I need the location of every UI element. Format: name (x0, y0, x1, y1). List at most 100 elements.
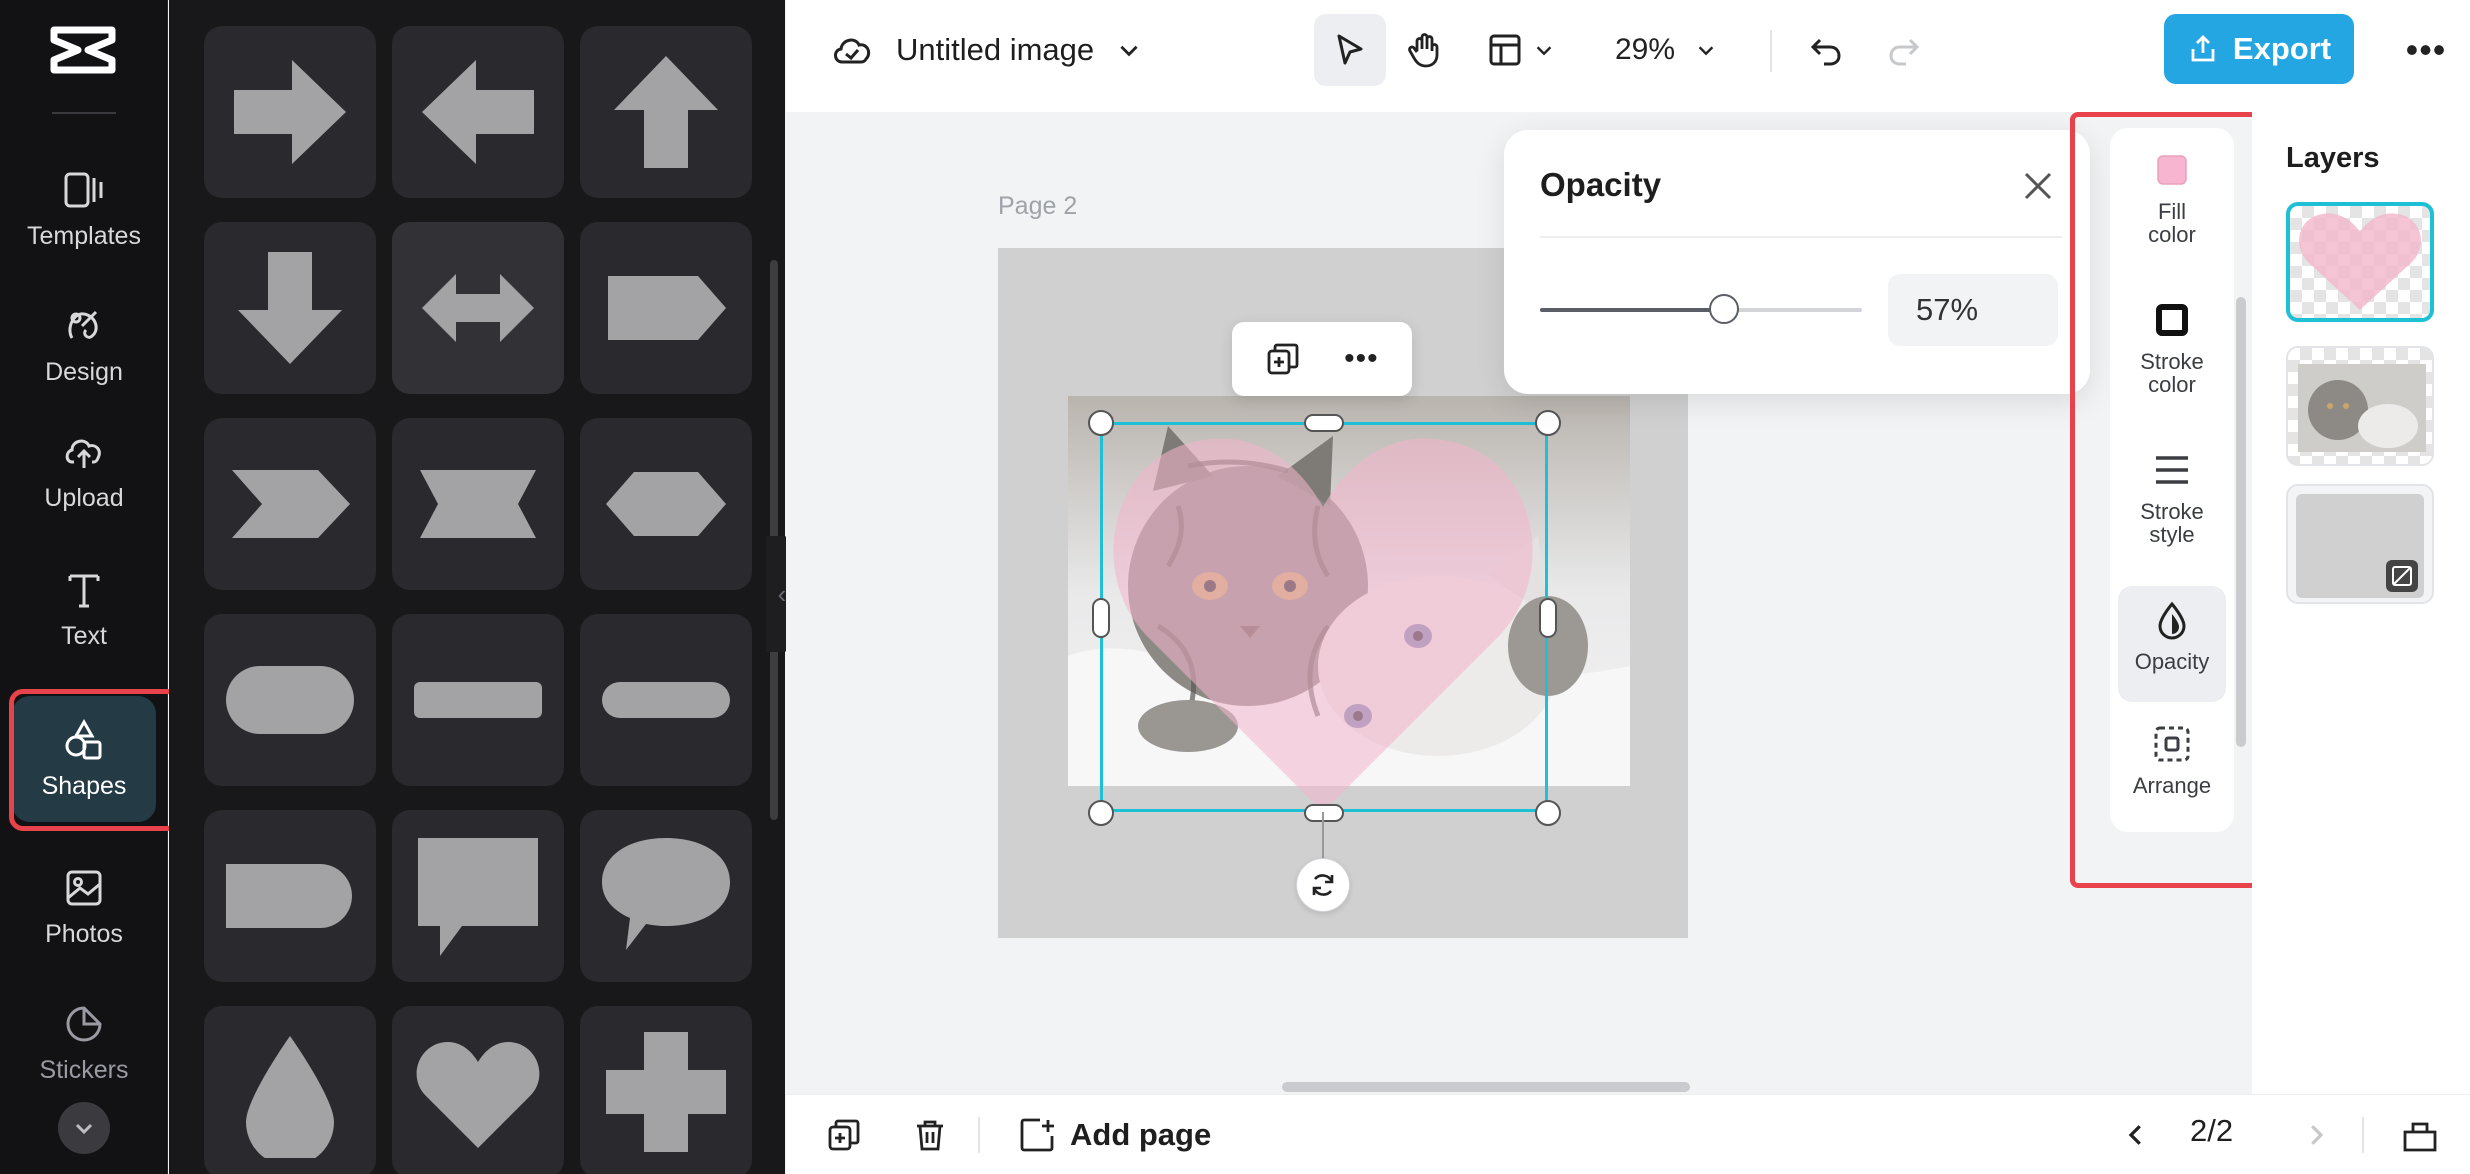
duplicate-icon[interactable] (1265, 341, 1301, 377)
rail-item-design[interactable]: Design (12, 286, 156, 404)
arrow-right-icon (234, 60, 346, 164)
add-page-label: Add page (1070, 1117, 1212, 1152)
rotate-icon (1312, 874, 1334, 896)
arrow-down-icon (238, 252, 342, 364)
resize-handle-bottom[interactable] (1304, 804, 1344, 822)
logo-divider (52, 112, 116, 114)
resize-handle-bottom-left[interactable] (1088, 800, 1114, 826)
arrow-up-icon (614, 56, 718, 168)
bottom-divider (978, 1117, 980, 1153)
shape-drop[interactable] (204, 1006, 376, 1174)
fill-color-button[interactable]: Fill color (2118, 136, 2226, 252)
resize-handle-top-right[interactable] (1535, 410, 1561, 436)
layer-background[interactable] (2286, 484, 2434, 604)
arrange-button[interactable]: Arrange (2118, 710, 2226, 826)
chevron-left-icon (2128, 1125, 2141, 1145)
background-swap-icon[interactable] (2386, 560, 2418, 592)
close-icon[interactable] (2018, 166, 2058, 206)
shape-arrow-down[interactable] (204, 222, 376, 394)
document-title[interactable]: Untitled image (896, 32, 1094, 68)
toolbar-divider (1770, 30, 1772, 72)
shapes-highlight-box (9, 689, 181, 831)
previous-page-button[interactable] (2114, 1113, 2158, 1157)
next-page-button[interactable] (2294, 1113, 2338, 1157)
select-tool-button[interactable] (1314, 14, 1386, 86)
shape-arrow-left[interactable] (392, 26, 564, 198)
layout-menu-button[interactable] (1476, 14, 1566, 86)
shape-ribbon[interactable] (392, 418, 564, 590)
pentagon-arrow-icon (608, 276, 726, 340)
shape-arrow-left-right[interactable] (392, 222, 564, 394)
undo-button[interactable] (1798, 14, 1854, 86)
rail-item-templates[interactable]: Templates (12, 146, 156, 272)
resize-handle-right[interactable] (1539, 598, 1557, 638)
rotate-handle[interactable] (1296, 858, 1350, 912)
more-actions-icon[interactable]: ••• (1344, 342, 1379, 376)
resize-handle-top-left[interactable] (1088, 410, 1114, 436)
popover-divider (1540, 236, 2062, 238)
left-rail: Templates Design Upload Text Shapes Phot… (0, 0, 181, 1174)
resize-handle-bottom-right[interactable] (1535, 800, 1561, 826)
prop-label: Arrange (2132, 773, 2212, 798)
rail-item-text[interactable]: Text (12, 550, 156, 668)
shape-hexagon[interactable] (580, 418, 752, 590)
layers-title: Layers (2286, 142, 2380, 174)
layer-heart[interactable] (2286, 202, 2434, 322)
cats-layer-preview (2298, 364, 2426, 452)
duplicate-page-button[interactable] (822, 1113, 866, 1157)
shape-arrow-up[interactable] (580, 26, 752, 198)
more-options-button[interactable]: ••• (2398, 22, 2454, 78)
chevron-right-icon (2311, 1125, 2324, 1145)
shape-arrow-right[interactable] (204, 26, 376, 198)
shape-rectangle[interactable] (392, 614, 564, 786)
capcut-logo[interactable] (48, 22, 118, 78)
chevron-down-icon (1698, 46, 1714, 56)
shape-rounded-pill[interactable] (204, 614, 376, 786)
bottom-bar: Add page 2/2 (786, 1094, 2470, 1174)
zoom-dropdown[interactable]: 29% (1596, 14, 1736, 86)
add-page-button[interactable]: Add page (1018, 1111, 1211, 1159)
resize-handle-left[interactable] (1092, 598, 1110, 638)
opacity-slider-thumb[interactable] (1708, 294, 1739, 324)
properties-panel: Fill color Stroke color Stroke style Opa… (2110, 128, 2234, 832)
shape-cross[interactable] (580, 1006, 752, 1174)
rail-more-button[interactable] (58, 1102, 110, 1154)
arrow-left-right-icon (422, 274, 534, 342)
opacity-slider[interactable] (1540, 294, 1862, 324)
opacity-value-input[interactable]: 57% (1888, 274, 2058, 346)
layer-cats-photo[interactable] (2286, 346, 2434, 466)
opacity-button[interactable]: Opacity (2118, 586, 2226, 702)
redo-button[interactable] (1876, 14, 1932, 86)
photos-icon (66, 870, 102, 905)
shape-rounded-bar[interactable] (580, 614, 752, 786)
shape-speech-rectangle[interactable] (392, 810, 564, 982)
hand-tool-button[interactable] (1394, 14, 1454, 86)
more-dots-icon: ••• (2405, 29, 2447, 70)
page-manager-button[interactable] (2398, 1113, 2442, 1157)
rounded-bar-icon (602, 682, 730, 718)
opacity-slider-fill (1540, 308, 1724, 312)
shape-heart[interactable] (392, 1006, 564, 1174)
heart-icon (416, 1042, 540, 1148)
delete-page-button[interactable] (908, 1113, 952, 1157)
hexagon-icon (606, 472, 726, 536)
shape-chevron[interactable] (204, 418, 376, 590)
stroke-style-button[interactable]: Stroke style (2118, 436, 2226, 552)
shape-speech-oval[interactable] (580, 810, 752, 982)
stickers-icon (66, 1005, 102, 1041)
resize-handle-top[interactable] (1304, 414, 1344, 432)
page-label: Page 2 (998, 192, 1078, 220)
layers-panel: Layers (2252, 112, 2470, 1094)
stroke-color-button[interactable]: Stroke color (2118, 286, 2226, 402)
rail-item-stickers[interactable]: Stickers (12, 984, 156, 1102)
horizontal-scrollbar[interactable] (1282, 1082, 1690, 1092)
shapes-panel (169, 0, 785, 1174)
fill-swatch-icon (2157, 155, 2187, 185)
export-button[interactable]: Export (2164, 14, 2354, 84)
chevron-icon (232, 470, 350, 538)
rail-item-upload[interactable]: Upload (12, 412, 156, 530)
document-title-area[interactable]: Untitled image (830, 22, 1142, 78)
shape-pentagon-arrow[interactable] (580, 222, 752, 394)
rail-item-photos[interactable]: Photos (12, 848, 156, 966)
shape-rounded-tab[interactable] (204, 810, 376, 982)
